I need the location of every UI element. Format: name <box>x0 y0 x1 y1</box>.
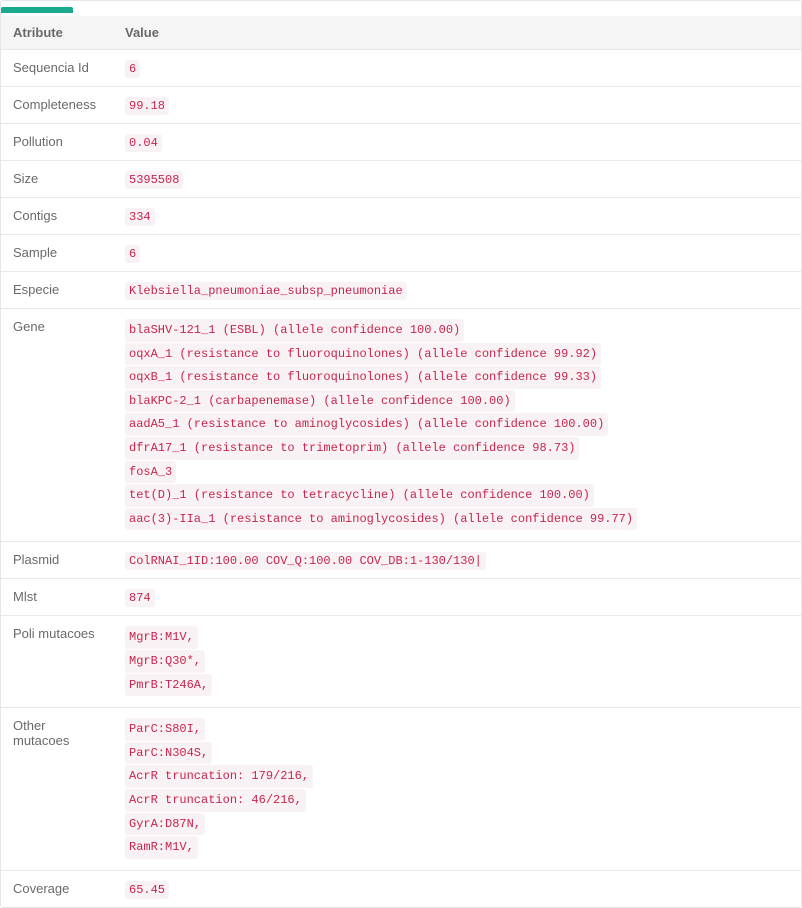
value-code: ColRNAI_1ID:100.00 COV_Q:100.00 COV_DB:1… <box>125 552 486 570</box>
value-code: MgrB:Q30*, <box>125 650 205 673</box>
attribute-value: 99.18 <box>113 87 801 124</box>
table-row: Plasmid ColRNAI_1ID:100.00 COV_Q:100.00 C… <box>1 542 801 579</box>
value-code: aac(3)-IIa_1 (resistance to aminoglycosi… <box>125 508 637 531</box>
attribute-name: Mlst <box>1 579 113 616</box>
value-code: oqxA_1 (resistance to fluoroquinolones) … <box>125 343 601 366</box>
value-code: 99.18 <box>125 97 169 115</box>
attribute-name: Especie <box>1 272 113 309</box>
value-code-list: MgrB:M1V,MgrB:Q30*,PmrB:T246A, <box>125 626 789 697</box>
attribute-value: 874 <box>113 579 801 616</box>
attribute-name: Sample <box>1 235 113 272</box>
header-attribute: Atribute <box>1 16 113 50</box>
attribute-value: 5395508 <box>113 161 801 198</box>
value-code: ParC:S80I, <box>125 718 205 741</box>
attribute-value: ParC:S80I,ParC:N304S,AcrR truncation: 17… <box>113 708 801 871</box>
value-code: tet(D)_1 (resistance to tetracycline) (a… <box>125 484 594 507</box>
table-row: Sequencia Id 6 <box>1 50 801 87</box>
value-code: aadA5_1 (resistance to aminoglycosides) … <box>125 413 608 436</box>
table-row: Sample 6 <box>1 235 801 272</box>
table-row: Other mutacoesParC:S80I,ParC:N304S,AcrR … <box>1 708 801 871</box>
value-code: fosA_3 <box>125 461 176 484</box>
attribute-name: Other mutacoes <box>1 708 113 871</box>
value-code: PmrB:T246A, <box>125 674 212 697</box>
attribute-name: Gene <box>1 309 113 542</box>
value-code: oqxB_1 (resistance to fluoroquinolones) … <box>125 366 601 389</box>
attribute-value: 334 <box>113 198 801 235</box>
attribute-value: MgrB:M1V,MgrB:Q30*,PmrB:T246A, <box>113 616 801 708</box>
value-code: 6 <box>125 60 140 78</box>
attribute-name: Plasmid <box>1 542 113 579</box>
value-code: RamR:M1V, <box>125 836 198 859</box>
table-row: Size 5395508 <box>1 161 801 198</box>
value-code: MgrB:M1V, <box>125 626 198 649</box>
table-row: Pollution 0.04 <box>1 124 801 161</box>
table-row: Poli mutacoesMgrB:M1V,MgrB:Q30*,PmrB:T24… <box>1 616 801 708</box>
attribute-name: Pollution <box>1 124 113 161</box>
attribute-panel: Atribute Value Sequencia Id 6 Completeness… <box>0 0 802 908</box>
table-row: Gene blaSHV-121_1 (ESBL) (allele confiden… <box>1 309 801 542</box>
tab-bar <box>1 1 801 16</box>
value-code: 334 <box>125 208 155 226</box>
attribute-name: Size <box>1 161 113 198</box>
attribute-value: ColRNAI_1ID:100.00 COV_Q:100.00 COV_DB:1… <box>113 542 801 579</box>
tab-active-indicator[interactable] <box>1 7 73 13</box>
value-code: 0.04 <box>125 134 162 152</box>
table-row: Completeness 99.18 <box>1 87 801 124</box>
attribute-value: 6 <box>113 50 801 87</box>
table-header-row: Atribute Value <box>1 16 801 50</box>
attribute-value: Klebsiella_pneumoniae_subsp_pneumoniae <box>113 272 801 309</box>
table-row: Mlst 874 <box>1 579 801 616</box>
value-code: 5395508 <box>125 171 183 189</box>
value-code: GyrA:D87N, <box>125 813 205 836</box>
value-code-list: blaSHV-121_1 (ESBL) (allele confidence 1… <box>125 319 789 531</box>
attribute-name: Contigs <box>1 198 113 235</box>
value-code-list: ParC:S80I,ParC:N304S,AcrR truncation: 17… <box>125 718 789 860</box>
attribute-value: 0.04 <box>113 124 801 161</box>
attribute-name: Sequencia Id <box>1 50 113 87</box>
value-code: ParC:N304S, <box>125 742 212 765</box>
header-value: Value <box>113 16 801 50</box>
value-code: 874 <box>125 589 155 607</box>
value-code: 6 <box>125 245 140 263</box>
attribute-name: Completeness <box>1 87 113 124</box>
attribute-value: 65.45 <box>113 870 801 907</box>
table-row: Contigs 334 <box>1 198 801 235</box>
attribute-name: Poli mutacoes <box>1 616 113 708</box>
table-row: Coverage 65.45 <box>1 870 801 907</box>
table-body: Sequencia Id 6 Completeness 99.18 Pollution 0… <box>1 50 801 907</box>
value-code: blaKPC-2_1 (carbapenemase) (allele confi… <box>125 390 515 413</box>
value-code: dfrA17_1 (resistance to trimetoprim) (al… <box>125 437 579 460</box>
attribute-table: Atribute Value Sequencia Id 6 Completeness… <box>1 16 801 907</box>
attribute-name: Coverage <box>1 870 113 907</box>
table-row: Especie Klebsiella_pneumoniae_subsp_pneum… <box>1 272 801 309</box>
value-code: AcrR truncation: 46/216, <box>125 789 306 812</box>
value-code: AcrR truncation: 179/216, <box>125 765 313 788</box>
value-code: Klebsiella_pneumoniae_subsp_pneumoniae <box>125 282 407 300</box>
attribute-value: blaSHV-121_1 (ESBL) (allele confidence 1… <box>113 309 801 542</box>
value-code: 65.45 <box>125 881 169 899</box>
attribute-value: 6 <box>113 235 801 272</box>
value-code: blaSHV-121_1 (ESBL) (allele confidence 1… <box>125 319 464 342</box>
